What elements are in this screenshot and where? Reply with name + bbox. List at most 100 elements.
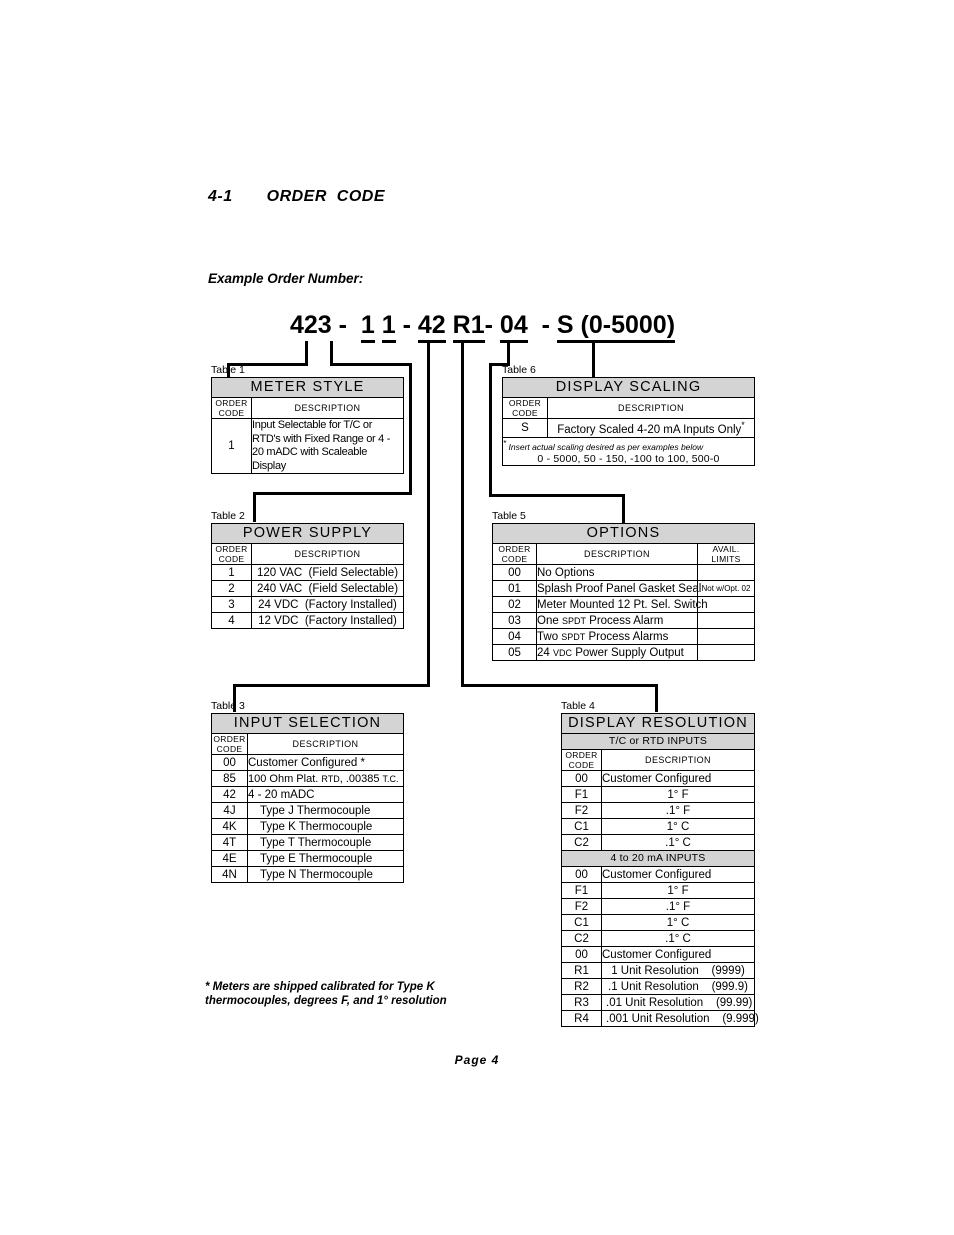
table-power-supply-wrapper: Table 2 POWER SUPPLY ORDER CODE DESCRIPT… <box>210 510 405 629</box>
table5-header-avail-limits: AVAIL. LIMITS <box>697 543 755 565</box>
table-power-supply: POWER SUPPLY ORDER CODE DESCRIPTION 1 12… <box>210 523 405 629</box>
leader-table5-seg3 <box>489 363 492 496</box>
table4-caption: Table 4 <box>561 700 595 712</box>
footnote-marker: * <box>741 420 745 431</box>
leader-table3-seg2 <box>233 684 430 687</box>
table3-row2-description: 4 - 20 mADC <box>246 786 405 803</box>
table4-band-4-20ma: 4 to 20 mA INPUTS <box>561 850 755 867</box>
table4-tc-row4-code: C2 <box>561 834 602 851</box>
table-row: C1 1° C <box>561 914 755 931</box>
table5-row1-limit: Not w/Opt. 02 <box>697 580 755 597</box>
order-part-options-code: 04 <box>499 311 528 343</box>
table5-row0-limit <box>697 564 755 581</box>
document-page: 4-1 ORDER CODE Example Order Number: 423 … <box>0 0 954 1235</box>
section-title: ORDER CODE <box>266 188 386 205</box>
table2-row1-description: 240 VAC (Field Selectable) <box>250 580 405 597</box>
table4-tc-row1-code: F1 <box>561 786 602 803</box>
table2-row2-code: 3 <box>211 596 252 613</box>
table-row: DISPLAY RESOLUTION <box>561 713 755 734</box>
table-row: 00 Customer Configured <box>561 866 755 883</box>
table-row: ORDER CODE DESCRIPTION AVAIL. LIMITS <box>492 543 755 565</box>
order-part-power-supply: 1 <box>360 311 375 343</box>
table-row: METER STYLE <box>210 377 405 398</box>
table2-row0-code: 1 <box>211 564 252 581</box>
table-row: C2 .1° C <box>561 930 755 947</box>
table4-tc-row3-code: C1 <box>561 818 602 835</box>
table-display-scaling: DISPLAY SCALING ORDER CODE DESCRIPTION S… <box>501 377 756 466</box>
table-row: 00 Customer Configured <box>561 946 755 963</box>
table-row: 05 24 VDC Power Supply Output <box>492 644 755 661</box>
leader-table5-seg4 <box>489 494 625 497</box>
table-row: F1 1° F <box>561 882 755 899</box>
table4-ma-row6-code: R1 <box>561 962 602 979</box>
table2-header-description: DESCRIPTION <box>250 543 405 565</box>
leader-table4-seg1 <box>461 341 464 687</box>
order-part-meter-style: 423 <box>290 311 332 339</box>
table1-title: METER STYLE <box>210 377 405 398</box>
table4-tc-row0-description: Customer Configured <box>601 770 755 787</box>
table-row: T/C or RTD INPUTS <box>561 733 755 750</box>
table1-row0-code: 1 <box>211 418 252 474</box>
table3-row6-description: Type E Thermocouple <box>246 850 405 867</box>
table-row: 02 Meter Mounted 12 Pt. Sel. Switch <box>492 596 755 613</box>
order-part-scaling-code: S (0-5000) <box>556 311 676 343</box>
example-order-number: 423 - 1 1 - 42 R1- 04 - S (0-5000) <box>290 311 676 343</box>
table-row: 4E Type E Thermocouple <box>211 850 405 867</box>
page-title: 4-1 ORDER CODE <box>208 188 385 206</box>
table-display-scaling-wrapper: Table 6 DISPLAY SCALING ORDER CODE DESCR… <box>501 365 756 466</box>
table4-tc-row0-code: 00 <box>561 770 602 787</box>
table-row: 42 4 - 20 mADC <box>211 786 405 803</box>
table6-title: DISPLAY SCALING <box>501 377 756 398</box>
table4-ma-row3-description: 1° C <box>601 914 755 931</box>
table-options: OPTIONS ORDER CODE DESCRIPTION AVAIL. LI… <box>492 523 755 661</box>
section-number: 4-1 <box>208 188 233 205</box>
table4-ma-row7-description: .1 Unit Resolution (999.9) <box>601 978 755 995</box>
table6-row0-description: Factory Scaled 4-20 mA Inputs Only* <box>546 418 756 438</box>
table5-row4-limit <box>697 628 755 645</box>
table5-title: OPTIONS <box>492 523 755 544</box>
table-row: F2 .1° F <box>561 802 755 819</box>
table3-caption: Table 3 <box>211 700 245 712</box>
table4-ma-row4-description: .1° C <box>601 930 755 947</box>
table2-row1-code: 2 <box>211 580 252 597</box>
table3-header-description: DESCRIPTION <box>246 733 405 755</box>
table-row: ORDER CODE DESCRIPTION <box>561 749 755 771</box>
table-row: 4J Type J Thermocouple <box>211 802 405 819</box>
table5-row5-limit <box>697 644 755 661</box>
table4-ma-row4-code: C2 <box>561 930 602 947</box>
table-input-selection: INPUT SELECTION ORDER CODE DESCRIPTION 0… <box>210 713 405 883</box>
leader-table4-seg2 <box>461 684 658 687</box>
table4-ma-row5-description: Customer Configured <box>601 946 755 963</box>
table4-ma-row7-code: R2 <box>561 978 602 995</box>
page-number: Page 4 <box>454 1053 500 1067</box>
table-row: 00 No Options <box>492 564 755 581</box>
table-row: POWER SUPPLY <box>210 523 405 544</box>
order-dash-2: - <box>402 311 411 339</box>
table4-tc-row2-code: F2 <box>561 802 602 819</box>
table2-row0-description: 120 VAC (Field Selectable) <box>250 564 405 581</box>
table-display-resolution-wrapper: Table 4 DISPLAY RESOLUTION T/C or RTD IN… <box>561 700 759 1027</box>
table4-ma-row1-code: F1 <box>561 882 602 899</box>
table2-caption: Table 2 <box>211 510 245 522</box>
table6-note-examples: 0 - 5000, 50 - 150, -100 to 100, 500-0 <box>537 452 720 465</box>
table5-row3-limit <box>697 612 755 629</box>
table-row: S Factory Scaled 4-20 mA Inputs Only* <box>502 418 756 438</box>
table4-ma-row0-code: 00 <box>561 866 602 883</box>
table-row: R1 1 Unit Resolution (9999) <box>561 962 755 979</box>
table5-row3-description: One SPDT Process Alarm <box>536 612 698 629</box>
table4-ma-row9-code: R4 <box>561 1010 602 1027</box>
table3-row5-code: 4T <box>211 834 248 851</box>
table4-tc-row2-description: .1° F <box>601 802 755 819</box>
table4-ma-row9-description: .001 Unit Resolution (9.999) <box>601 1010 759 1027</box>
table2-header-order-code: ORDER CODE <box>211 543 252 565</box>
table4-tc-row4-description: .1° C <box>601 834 755 851</box>
leader-table2-seg3 <box>409 363 412 495</box>
table5-row1-description: Splash Proof Panel Gasket Seal <box>536 580 702 597</box>
table5-row4-description: Two SPDT Process Alarms <box>536 628 698 645</box>
table4-ma-row8-description: .01 Unit Resolution (99.99) <box>601 994 755 1011</box>
leader-table2-seg4 <box>253 492 412 495</box>
table1-caption: Table 1 <box>211 364 245 376</box>
table5-header-order-code: ORDER CODE <box>492 543 537 565</box>
table-row: 4T Type T Thermocouple <box>211 834 405 851</box>
table-row: R3 .01 Unit Resolution (99.99) <box>561 994 755 1011</box>
